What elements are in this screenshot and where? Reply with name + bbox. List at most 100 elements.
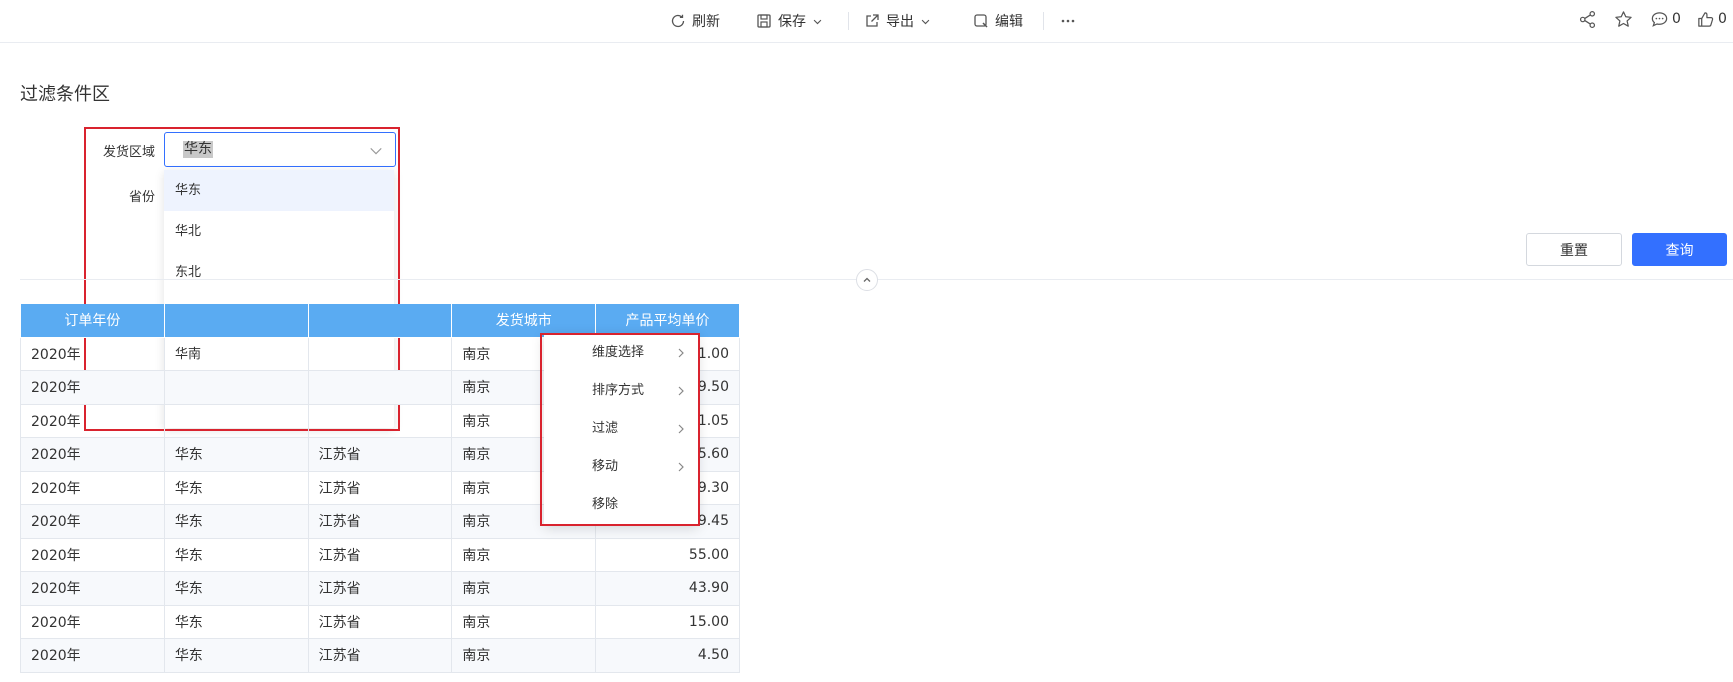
menu-item-sort[interactable]: 排序方式 <box>544 372 698 410</box>
toolbar-divider <box>848 12 849 30</box>
toolbar-divider <box>1043 12 1044 30</box>
table-cell[interactable]: 南京 <box>451 604 597 639</box>
table-row: 2020年 华东 江苏省 南京 4.50 <box>20 638 740 673</box>
export-button[interactable]: 导出 <box>864 10 931 32</box>
save-button[interactable]: 保存 <box>756 10 823 32</box>
table-cell[interactable]: 华东 <box>163 604 309 639</box>
table-cell[interactable]: 4.50 <box>595 638 740 673</box>
table-cell[interactable] <box>307 370 453 405</box>
chevron-right-icon <box>678 424 684 434</box>
collapse-button[interactable] <box>856 269 878 291</box>
save-icon <box>757 14 771 28</box>
table-cell[interactable]: 2020年 <box>20 504 165 539</box>
menu-item-label: 过滤 <box>592 421 619 436</box>
chevron-up-icon <box>863 277 871 282</box>
table-cell[interactable]: 2020年 <box>20 437 165 472</box>
table-cell[interactable]: 2020年 <box>20 403 165 438</box>
column-header[interactable] <box>163 304 309 338</box>
table-cell[interactable]: 2020年 <box>20 537 165 572</box>
table-cell[interactable] <box>307 336 453 371</box>
table-cell[interactable]: 江苏省 <box>307 638 453 673</box>
table-row: 2020年 华东 江苏省 南京 43.90 <box>20 571 740 606</box>
export-label: 导出 <box>886 14 914 30</box>
column-header[interactable]: 产品平均单价 <box>595 304 740 338</box>
table-cell[interactable]: 2020年 <box>20 336 165 371</box>
table-cell[interactable]: 南京 <box>451 638 597 673</box>
table-cell[interactable]: 江苏省 <box>307 470 453 505</box>
table-cell[interactable]: 江苏省 <box>307 437 453 472</box>
column-header[interactable]: 订单年份 <box>20 304 165 338</box>
menu-item-remove[interactable]: 移除 <box>544 486 698 524</box>
menu-item-label: 维度选择 <box>592 345 645 360</box>
table-cell[interactable] <box>163 336 309 371</box>
filter-section-title: 过滤条件区 <box>20 84 110 105</box>
top-toolbar: 刷新 保存 导出 编辑 0 0 <box>0 0 1733 43</box>
star-icon <box>1615 10 1632 27</box>
region-label: 发货区域 <box>102 145 155 160</box>
refresh-label: 刷新 <box>692 14 720 30</box>
table-cell[interactable]: 华东 <box>163 537 309 572</box>
like-button[interactable]: 0 <box>1696 8 1727 30</box>
table-cell[interactable]: 华东 <box>163 437 309 472</box>
favorite-button[interactable] <box>1614 8 1633 30</box>
table-cell[interactable]: 2020年 <box>20 604 165 639</box>
province-label: 省份 <box>128 190 155 205</box>
table-cell[interactable]: 南京 <box>451 571 597 606</box>
table-cell[interactable] <box>163 370 309 405</box>
share-button[interactable] <box>1578 8 1597 30</box>
refresh-icon <box>671 14 685 28</box>
table-cell[interactable]: 2020年 <box>20 370 165 405</box>
table-cell[interactable]: 2020年 <box>20 470 165 505</box>
export-icon <box>866 14 879 27</box>
chevron-right-icon <box>678 462 684 472</box>
table-cell[interactable]: 华东 <box>163 638 309 673</box>
column-context-menu: 维度选择 排序方式 过滤 移动 移除 <box>544 334 698 526</box>
edit-button[interactable]: 编辑 <box>973 10 1023 32</box>
comment-button[interactable]: 0 <box>1650 8 1681 30</box>
comment-icon <box>1651 11 1668 27</box>
menu-item-label: 移动 <box>592 459 619 474</box>
query-button[interactable]: 查询 <box>1632 233 1727 266</box>
refresh-button[interactable]: 刷新 <box>670 10 720 32</box>
thumbs-up-icon <box>1698 11 1714 27</box>
save-label: 保存 <box>778 14 806 30</box>
reset-button[interactable]: 重置 <box>1526 233 1622 266</box>
region-select[interactable]: 华东 <box>164 132 396 167</box>
table-cell[interactable]: 江苏省 <box>307 571 453 606</box>
dropdown-option[interactable]: 东北 <box>164 252 394 293</box>
edit-icon <box>974 14 988 28</box>
dropdown-option[interactable]: 华东 <box>164 170 394 211</box>
menu-item-filter[interactable]: 过滤 <box>544 410 698 448</box>
table-cell[interactable]: 江苏省 <box>307 604 453 639</box>
menu-item-dimension-select[interactable]: 维度选择 <box>544 334 698 372</box>
table-row: 2020年 华东 江苏省 南京 15.00 <box>20 604 740 639</box>
table-cell[interactable]: 2020年 <box>20 571 165 606</box>
table-cell[interactable]: 江苏省 <box>307 537 453 572</box>
region-select-value: 华东 <box>183 141 213 158</box>
menu-item-label: 移除 <box>592 497 619 512</box>
table-cell[interactable]: 43.90 <box>595 571 740 606</box>
edit-label: 编辑 <box>995 14 1023 30</box>
share-icon <box>1579 10 1596 28</box>
table-cell[interactable]: 2020年 <box>20 638 165 673</box>
table-cell[interactable]: 华东 <box>163 504 309 539</box>
more-icon <box>1061 19 1075 23</box>
table-cell[interactable]: 15.00 <box>595 604 740 639</box>
more-button[interactable] <box>1060 10 1076 32</box>
table-cell[interactable] <box>163 403 309 438</box>
menu-item-move[interactable]: 移动 <box>544 448 698 486</box>
table-cell[interactable]: 华东 <box>163 470 309 505</box>
dropdown-option[interactable]: 华北 <box>164 211 394 252</box>
chevron-down-icon <box>921 19 930 24</box>
column-header[interactable] <box>307 304 453 338</box>
table-cell[interactable]: 南京 <box>451 537 597 572</box>
table-row: 2020年 华东 江苏省 南京 55.00 <box>20 537 740 572</box>
chevron-down-icon <box>370 147 382 155</box>
table-cell[interactable]: 55.00 <box>595 537 740 572</box>
table-cell[interactable]: 江苏省 <box>307 504 453 539</box>
table-cell[interactable]: 华东 <box>163 571 309 606</box>
table-cell[interactable] <box>307 403 453 438</box>
like-count: 0 <box>1718 11 1727 27</box>
column-header[interactable]: 发货城市 <box>451 304 597 338</box>
chevron-right-icon <box>678 348 684 358</box>
